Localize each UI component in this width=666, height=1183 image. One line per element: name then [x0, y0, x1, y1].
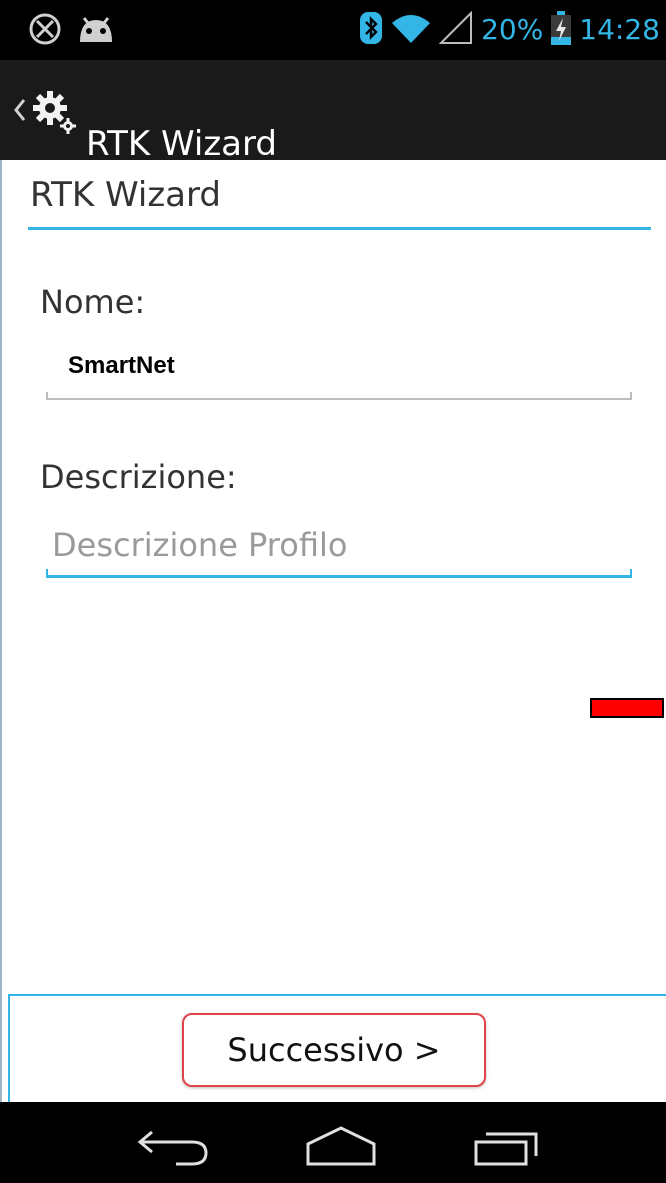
recents-icon[interactable]	[466, 1118, 556, 1168]
dialog-title-divider	[28, 227, 651, 230]
back-caret-icon[interactable]	[12, 94, 28, 126]
name-field-tick-right	[630, 392, 632, 400]
name-field-underline	[46, 398, 632, 400]
annotation-marker	[590, 698, 664, 718]
name-field-value: SmartNet	[68, 352, 175, 379]
bluetooth-icon	[359, 11, 383, 49]
battery-percent: 20%	[481, 13, 544, 46]
name-field[interactable]: SmartNet	[46, 340, 632, 400]
next-button[interactable]: Successivo >	[182, 1013, 486, 1087]
description-field-tick-right	[630, 569, 632, 578]
home-icon[interactable]	[296, 1118, 386, 1168]
clock: 14:28	[579, 13, 660, 46]
action-bar-title: RTK Wizard	[86, 124, 277, 164]
name-field-tick-left	[46, 392, 48, 400]
dialog-title: RTK Wizard	[30, 175, 221, 215]
status-bar: 20% 14:28	[0, 0, 666, 60]
description-field[interactable]: Descrizione Profilo	[46, 518, 632, 578]
wifi-icon	[391, 11, 431, 49]
description-field-tick-left	[46, 569, 48, 578]
description-field-underline	[46, 575, 632, 578]
android-icon	[76, 14, 116, 48]
back-icon[interactable]	[130, 1118, 220, 1168]
name-label: Nome:	[40, 283, 146, 321]
crosshair-icon	[28, 12, 62, 50]
description-label: Descrizione:	[40, 458, 237, 496]
signal-icon	[438, 10, 473, 49]
battery-charging-icon	[551, 11, 572, 49]
settings-gears-icon[interactable]	[30, 88, 78, 136]
navigation-bar	[0, 1102, 666, 1183]
description-placeholder: Descrizione Profilo	[52, 526, 348, 564]
action-bar[interactable]: RTK Wizard	[0, 60, 666, 164]
